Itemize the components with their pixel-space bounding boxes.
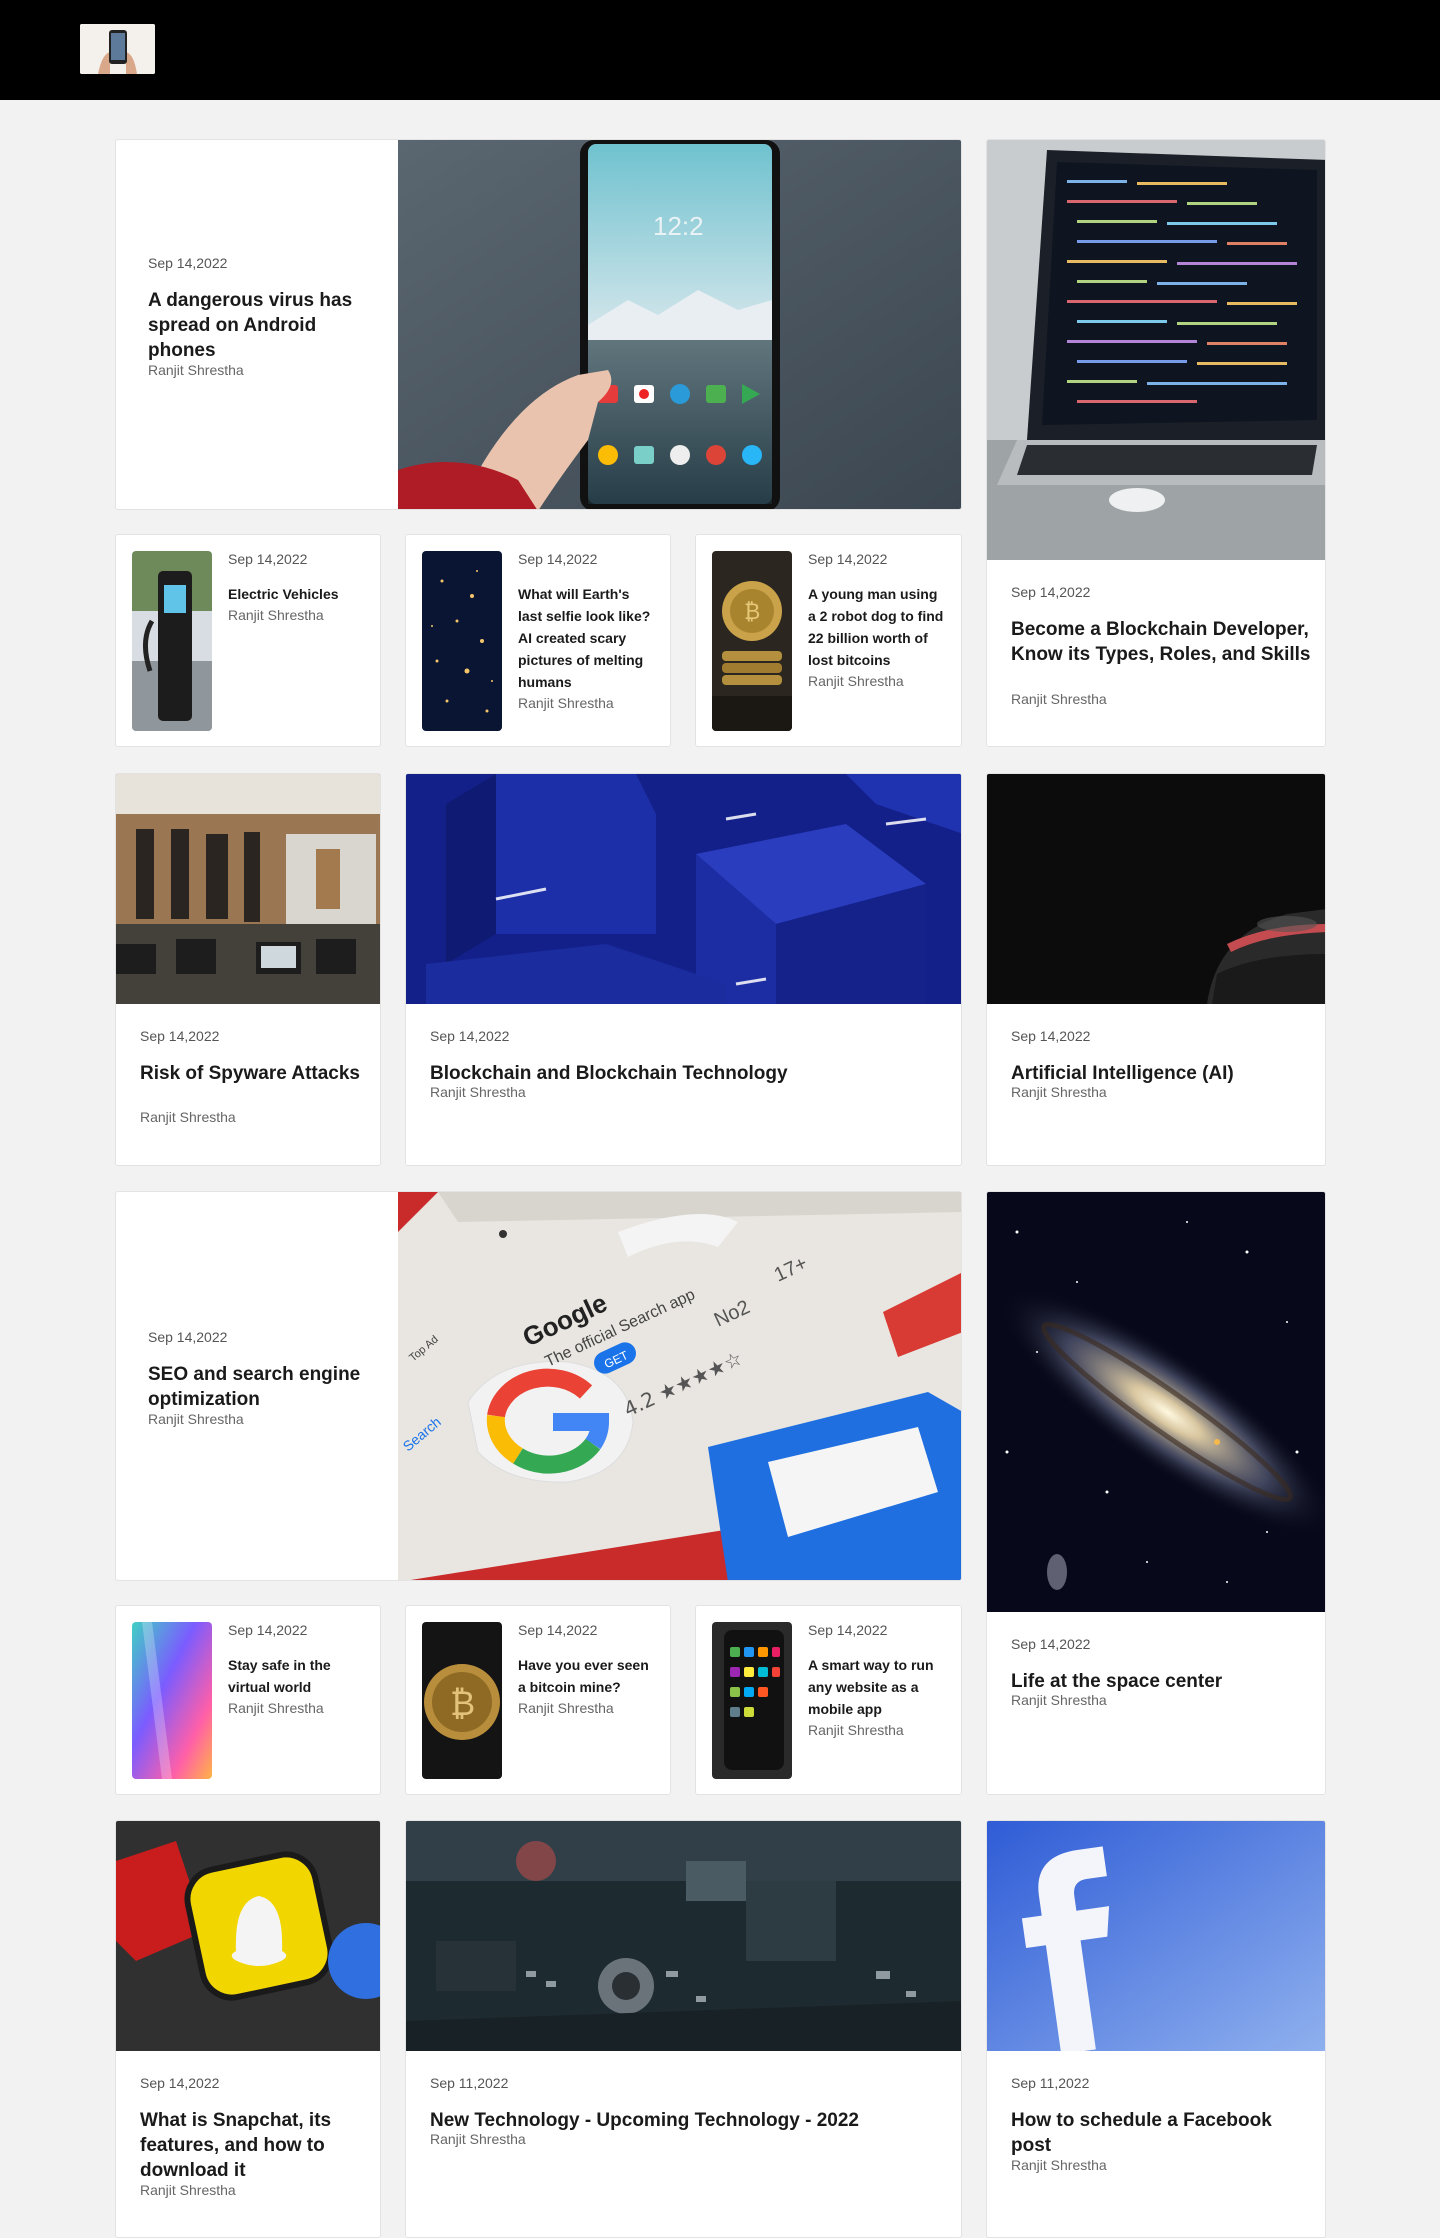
post-title[interactable]: Risk of Spyware Attacks — [140, 1061, 360, 1086]
post-title[interactable]: Become a Blockchain Developer, Know its … — [1011, 617, 1311, 667]
post-card-earth-selfie[interactable]: Sep 14,2022 What will Earth's last selfi… — [405, 534, 671, 747]
post-card-new-technology[interactable]: Sep 11,2022 New Technology - Upcoming Te… — [405, 1820, 962, 2238]
post-date: Sep 14,2022 — [228, 1622, 308, 1638]
svg-text:₿: ₿ — [744, 600, 760, 625]
post-card-space-center[interactable]: Sep 14,2022 Life at the space center Ran… — [986, 1191, 1326, 1795]
post-author: Ranjit Shrestha — [228, 1700, 324, 1716]
svg-text:₿: ₿ — [450, 1684, 475, 1724]
post-image-circuit-board[interactable] — [406, 1821, 961, 2051]
post-title[interactable]: How to schedule a Facebook post — [1011, 2108, 1311, 2158]
post-thumb-smartphone[interactable] — [712, 1622, 792, 1779]
post-title[interactable]: Stay safe in the virtual world Ranjit Sh… — [228, 1654, 364, 1718]
post-image-robot-head[interactable] — [987, 774, 1325, 1004]
post-image-phone-in-hand[interactable]: 12:2 — [398, 140, 961, 509]
post-title-text[interactable]: Electric Vehicles — [228, 586, 339, 602]
post-date: Sep 14,2022 — [140, 2075, 220, 2091]
post-author: Ranjit Shrestha — [1011, 691, 1107, 707]
post-thumb-bitcoin-stack[interactable]: ₿ — [712, 551, 792, 731]
post-author: Ranjit Shrestha — [140, 2182, 236, 2198]
post-author: Ranjit Shrestha — [518, 695, 614, 711]
post-date: Sep 14,2022 — [808, 1622, 888, 1638]
post-title[interactable]: Have you ever seen a bitcoin mine? Ranji… — [518, 1654, 654, 1718]
post-card-artificial-intelligence[interactable]: Sep 14,2022 Artificial Intelligence (AI)… — [986, 773, 1326, 1166]
post-author: Ranjit Shrestha — [1011, 1084, 1107, 1100]
post-date: Sep 14,2022 — [148, 1329, 228, 1345]
post-image-google-app[interactable]: Google The official Search app GET 4.2 ★… — [398, 1192, 961, 1580]
post-image-office[interactable] — [116, 774, 380, 1004]
post-title[interactable]: Blockchain and Blockchain Technology — [430, 1061, 930, 1086]
post-author: Ranjit Shrestha — [1011, 1692, 1107, 1708]
post-title[interactable]: Life at the space center — [1011, 1669, 1311, 1694]
post-card-snapchat[interactable]: Sep 14,2022 What is Snapchat, its featur… — [115, 1820, 381, 2238]
post-author: Ranjit Shrestha — [518, 1700, 614, 1716]
post-title-text[interactable]: Have you ever seen a bitcoin mine? — [518, 1657, 649, 1695]
post-author: Ranjit Shrestha — [228, 607, 324, 623]
post-author: Ranjit Shrestha — [1011, 2157, 1107, 2173]
phone-clock: 12:2 — [653, 211, 704, 241]
post-author: Ranjit Shrestha — [430, 1084, 526, 1100]
post-title[interactable]: What will Earth's last selfie look like?… — [518, 583, 654, 713]
post-card-blockchain-technology[interactable]: Sep 14,2022 Blockchain and Blockchain Te… — [405, 773, 962, 1166]
post-date: Sep 14,2022 — [228, 551, 308, 567]
post-card-bitcoin-mine[interactable]: ₿ Sep 14,2022 Have you ever seen a bitco… — [405, 1605, 671, 1795]
post-date: Sep 11,2022 — [1011, 2075, 1090, 2091]
post-thumb-gradient[interactable] — [132, 1622, 212, 1779]
post-card-spyware[interactable]: Sep 14,2022 Risk of Spyware Attacks Ranj… — [115, 773, 381, 1166]
post-date: Sep 14,2022 — [518, 551, 598, 567]
post-date: Sep 14,2022 — [518, 1622, 598, 1638]
post-author: Ranjit Shrestha — [808, 1722, 904, 1738]
post-date: Sep 14,2022 — [140, 1028, 220, 1044]
post-title-text[interactable]: A smart way to run any website as a mobi… — [808, 1657, 934, 1717]
post-image-galaxy[interactable] — [987, 1192, 1325, 1612]
post-date: Sep 14,2022 — [1011, 1636, 1091, 1652]
post-card-electric-vehicles[interactable]: Sep 14,2022 Electric Vehicles Ranjit Shr… — [115, 534, 381, 747]
post-date: Sep 14,2022 — [1011, 1028, 1091, 1044]
post-title[interactable]: SEO and search engine optimization — [148, 1362, 378, 1412]
post-author: Ranjit Shrestha — [808, 673, 904, 689]
post-image-facebook-logo[interactable] — [987, 1821, 1325, 2051]
phone-hand-logo-icon[interactable] — [80, 24, 155, 74]
post-title-text[interactable]: Stay safe in the virtual world — [228, 1657, 331, 1695]
post-thumb-bitcoin-coin[interactable]: ₿ — [422, 1622, 502, 1779]
post-card-virtual-world[interactable]: Sep 14,2022 Stay safe in the virtual wor… — [115, 1605, 381, 1795]
post-title[interactable]: A young man using a 2 robot dog to find … — [808, 583, 944, 691]
post-title-text[interactable]: A young man using a 2 robot dog to find … — [808, 586, 943, 668]
post-image-social-icons[interactable] — [116, 1821, 380, 2051]
featured-post-seo[interactable]: Sep 14,2022 SEO and search engine optimi… — [115, 1191, 962, 1581]
post-title[interactable]: What is Snapchat, its features, and how … — [140, 2108, 365, 2183]
post-author: Ranjit Shrestha — [430, 2131, 526, 2147]
post-author: Ranjit Shrestha — [148, 362, 244, 378]
post-author: Ranjit Shrestha — [148, 1411, 244, 1427]
post-card-robot-dog-bitcoin[interactable]: ₿ Sep 14,2022 A young man using a 2 robo… — [695, 534, 962, 747]
post-thumb-earth-night[interactable] — [422, 551, 502, 731]
post-date: Sep 14,2022 — [808, 551, 888, 567]
post-title[interactable]: A smart way to run any website as a mobi… — [808, 1654, 944, 1740]
post-author: Ranjit Shrestha — [140, 1109, 236, 1125]
post-title-text[interactable]: What will Earth's last selfie look like?… — [518, 586, 650, 690]
post-thumb-ev-charger[interactable] — [132, 551, 212, 731]
post-date: Sep 11,2022 — [430, 2075, 509, 2091]
top-header — [0, 0, 1440, 100]
post-card-mobile-app[interactable]: Sep 14,2022 A smart way to run any websi… — [695, 1605, 962, 1795]
post-image-blue-cubes[interactable] — [406, 774, 961, 1004]
post-date: Sep 14,2022 — [1011, 584, 1091, 600]
post-title[interactable]: A dangerous virus has spread on Android … — [148, 288, 378, 363]
post-card-blockchain-developer[interactable]: Sep 14,2022 Become a Blockchain Develope… — [986, 139, 1326, 747]
post-title[interactable]: Artificial Intelligence (AI) — [1011, 1061, 1311, 1086]
post-image-laptop-code[interactable] — [987, 140, 1325, 560]
post-title[interactable]: Electric Vehicles Ranjit Shrestha — [228, 583, 364, 625]
post-date: Sep 14,2022 — [148, 255, 228, 271]
post-card-facebook-schedule[interactable]: Sep 11,2022 How to schedule a Facebook p… — [986, 1820, 1326, 2238]
post-date: Sep 14,2022 — [430, 1028, 510, 1044]
post-title[interactable]: New Technology - Upcoming Technology - 2… — [430, 2108, 930, 2133]
featured-post-android[interactable]: Sep 14,2022 A dangerous virus has spread… — [115, 139, 962, 510]
